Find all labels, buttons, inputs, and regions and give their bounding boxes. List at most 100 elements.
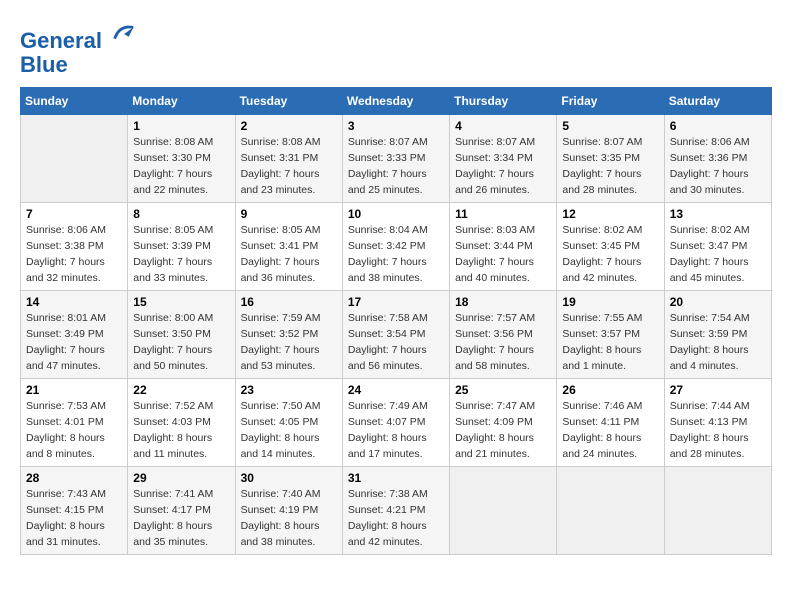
day-detail: Sunrise: 7:53 AMSunset: 4:01 PMDaylight:… xyxy=(26,399,122,462)
calendar-cell: 21 Sunrise: 7:53 AMSunset: 4:01 PMDaylig… xyxy=(21,379,128,467)
day-detail: Sunrise: 8:06 AMSunset: 3:36 PMDaylight:… xyxy=(670,135,766,198)
day-detail: Sunrise: 7:55 AMSunset: 3:57 PMDaylight:… xyxy=(562,311,658,374)
day-detail: Sunrise: 7:47 AMSunset: 4:09 PMDaylight:… xyxy=(455,399,551,462)
day-number: 13 xyxy=(670,207,766,221)
calendar-cell: 17 Sunrise: 7:58 AMSunset: 3:54 PMDaylig… xyxy=(342,291,449,379)
day-number: 9 xyxy=(241,207,337,221)
day-detail: Sunrise: 7:54 AMSunset: 3:59 PMDaylight:… xyxy=(670,311,766,374)
day-detail: Sunrise: 8:07 AMSunset: 3:33 PMDaylight:… xyxy=(348,135,444,198)
calendar-cell: 28 Sunrise: 7:43 AMSunset: 4:15 PMDaylig… xyxy=(21,467,128,555)
calendar-cell: 3 Sunrise: 8:07 AMSunset: 3:33 PMDayligh… xyxy=(342,115,449,203)
calendar-week-row: 21 Sunrise: 7:53 AMSunset: 4:01 PMDaylig… xyxy=(21,379,772,467)
day-number: 2 xyxy=(241,119,337,133)
calendar-cell: 29 Sunrise: 7:41 AMSunset: 4:17 PMDaylig… xyxy=(128,467,235,555)
calendar-cell: 16 Sunrise: 7:59 AMSunset: 3:52 PMDaylig… xyxy=(235,291,342,379)
day-number: 29 xyxy=(133,471,229,485)
calendar-cell: 5 Sunrise: 8:07 AMSunset: 3:35 PMDayligh… xyxy=(557,115,664,203)
day-number: 25 xyxy=(455,383,551,397)
col-header-wednesday: Wednesday xyxy=(342,88,449,115)
day-number: 21 xyxy=(26,383,122,397)
day-detail: Sunrise: 8:02 AMSunset: 3:45 PMDaylight:… xyxy=(562,223,658,286)
day-number: 20 xyxy=(670,295,766,309)
calendar-cell xyxy=(21,115,128,203)
calendar-cell: 22 Sunrise: 7:52 AMSunset: 4:03 PMDaylig… xyxy=(128,379,235,467)
day-detail: Sunrise: 7:49 AMSunset: 4:07 PMDaylight:… xyxy=(348,399,444,462)
calendar-cell: 7 Sunrise: 8:06 AMSunset: 3:38 PMDayligh… xyxy=(21,203,128,291)
day-detail: Sunrise: 8:00 AMSunset: 3:50 PMDaylight:… xyxy=(133,311,229,374)
day-number: 26 xyxy=(562,383,658,397)
calendar-cell: 6 Sunrise: 8:06 AMSunset: 3:36 PMDayligh… xyxy=(664,115,771,203)
day-detail: Sunrise: 7:40 AMSunset: 4:19 PMDaylight:… xyxy=(241,487,337,550)
calendar-cell: 24 Sunrise: 7:49 AMSunset: 4:07 PMDaylig… xyxy=(342,379,449,467)
day-number: 4 xyxy=(455,119,551,133)
day-number: 10 xyxy=(348,207,444,221)
day-detail: Sunrise: 7:59 AMSunset: 3:52 PMDaylight:… xyxy=(241,311,337,374)
calendar-cell: 23 Sunrise: 7:50 AMSunset: 4:05 PMDaylig… xyxy=(235,379,342,467)
day-number: 30 xyxy=(241,471,337,485)
calendar-cell: 9 Sunrise: 8:05 AMSunset: 3:41 PMDayligh… xyxy=(235,203,342,291)
day-number: 24 xyxy=(348,383,444,397)
calendar-cell: 10 Sunrise: 8:04 AMSunset: 3:42 PMDaylig… xyxy=(342,203,449,291)
calendar-cell: 26 Sunrise: 7:46 AMSunset: 4:11 PMDaylig… xyxy=(557,379,664,467)
day-number: 15 xyxy=(133,295,229,309)
day-detail: Sunrise: 7:44 AMSunset: 4:13 PMDaylight:… xyxy=(670,399,766,462)
calendar-week-row: 7 Sunrise: 8:06 AMSunset: 3:38 PMDayligh… xyxy=(21,203,772,291)
day-detail: Sunrise: 7:58 AMSunset: 3:54 PMDaylight:… xyxy=(348,311,444,374)
logo-general: General xyxy=(20,28,102,53)
calendar-cell xyxy=(557,467,664,555)
day-number: 28 xyxy=(26,471,122,485)
calendar-cell: 13 Sunrise: 8:02 AMSunset: 3:47 PMDaylig… xyxy=(664,203,771,291)
calendar-week-row: 1 Sunrise: 8:08 AMSunset: 3:30 PMDayligh… xyxy=(21,115,772,203)
day-number: 6 xyxy=(670,119,766,133)
col-header-friday: Friday xyxy=(557,88,664,115)
logo: General Blue xyxy=(20,20,138,77)
calendar-table: SundayMondayTuesdayWednesdayThursdayFrid… xyxy=(20,87,772,555)
day-detail: Sunrise: 7:57 AMSunset: 3:56 PMDaylight:… xyxy=(455,311,551,374)
day-detail: Sunrise: 8:08 AMSunset: 3:31 PMDaylight:… xyxy=(241,135,337,198)
day-detail: Sunrise: 8:02 AMSunset: 3:47 PMDaylight:… xyxy=(670,223,766,286)
day-detail: Sunrise: 8:05 AMSunset: 3:39 PMDaylight:… xyxy=(133,223,229,286)
day-number: 3 xyxy=(348,119,444,133)
day-detail: Sunrise: 8:07 AMSunset: 3:34 PMDaylight:… xyxy=(455,135,551,198)
day-detail: Sunrise: 7:50 AMSunset: 4:05 PMDaylight:… xyxy=(241,399,337,462)
day-detail: Sunrise: 8:01 AMSunset: 3:49 PMDaylight:… xyxy=(26,311,122,374)
col-header-tuesday: Tuesday xyxy=(235,88,342,115)
calendar-cell xyxy=(450,467,557,555)
calendar-cell: 20 Sunrise: 7:54 AMSunset: 3:59 PMDaylig… xyxy=(664,291,771,379)
day-number: 16 xyxy=(241,295,337,309)
calendar-cell: 19 Sunrise: 7:55 AMSunset: 3:57 PMDaylig… xyxy=(557,291,664,379)
day-number: 23 xyxy=(241,383,337,397)
page-header: General Blue xyxy=(20,20,772,77)
calendar-cell: 1 Sunrise: 8:08 AMSunset: 3:30 PMDayligh… xyxy=(128,115,235,203)
day-detail: Sunrise: 7:38 AMSunset: 4:21 PMDaylight:… xyxy=(348,487,444,550)
calendar-cell xyxy=(664,467,771,555)
day-detail: Sunrise: 7:52 AMSunset: 4:03 PMDaylight:… xyxy=(133,399,229,462)
day-number: 14 xyxy=(26,295,122,309)
day-detail: Sunrise: 8:04 AMSunset: 3:42 PMDaylight:… xyxy=(348,223,444,286)
day-detail: Sunrise: 7:43 AMSunset: 4:15 PMDaylight:… xyxy=(26,487,122,550)
calendar-cell: 30 Sunrise: 7:40 AMSunset: 4:19 PMDaylig… xyxy=(235,467,342,555)
day-detail: Sunrise: 8:06 AMSunset: 3:38 PMDaylight:… xyxy=(26,223,122,286)
calendar-cell: 31 Sunrise: 7:38 AMSunset: 4:21 PMDaylig… xyxy=(342,467,449,555)
day-number: 31 xyxy=(348,471,444,485)
day-number: 19 xyxy=(562,295,658,309)
day-number: 27 xyxy=(670,383,766,397)
day-detail: Sunrise: 8:03 AMSunset: 3:44 PMDaylight:… xyxy=(455,223,551,286)
calendar-header-row: SundayMondayTuesdayWednesdayThursdayFrid… xyxy=(21,88,772,115)
calendar-cell: 15 Sunrise: 8:00 AMSunset: 3:50 PMDaylig… xyxy=(128,291,235,379)
calendar-cell: 25 Sunrise: 7:47 AMSunset: 4:09 PMDaylig… xyxy=(450,379,557,467)
col-header-thursday: Thursday xyxy=(450,88,557,115)
calendar-week-row: 14 Sunrise: 8:01 AMSunset: 3:49 PMDaylig… xyxy=(21,291,772,379)
day-detail: Sunrise: 7:46 AMSunset: 4:11 PMDaylight:… xyxy=(562,399,658,462)
day-detail: Sunrise: 8:08 AMSunset: 3:30 PMDaylight:… xyxy=(133,135,229,198)
calendar-cell: 11 Sunrise: 8:03 AMSunset: 3:44 PMDaylig… xyxy=(450,203,557,291)
day-number: 8 xyxy=(133,207,229,221)
day-number: 12 xyxy=(562,207,658,221)
logo-icon xyxy=(110,20,138,48)
day-number: 17 xyxy=(348,295,444,309)
logo-blue: Blue xyxy=(20,52,68,77)
day-number: 11 xyxy=(455,207,551,221)
day-detail: Sunrise: 8:07 AMSunset: 3:35 PMDaylight:… xyxy=(562,135,658,198)
day-number: 7 xyxy=(26,207,122,221)
calendar-cell: 8 Sunrise: 8:05 AMSunset: 3:39 PMDayligh… xyxy=(128,203,235,291)
